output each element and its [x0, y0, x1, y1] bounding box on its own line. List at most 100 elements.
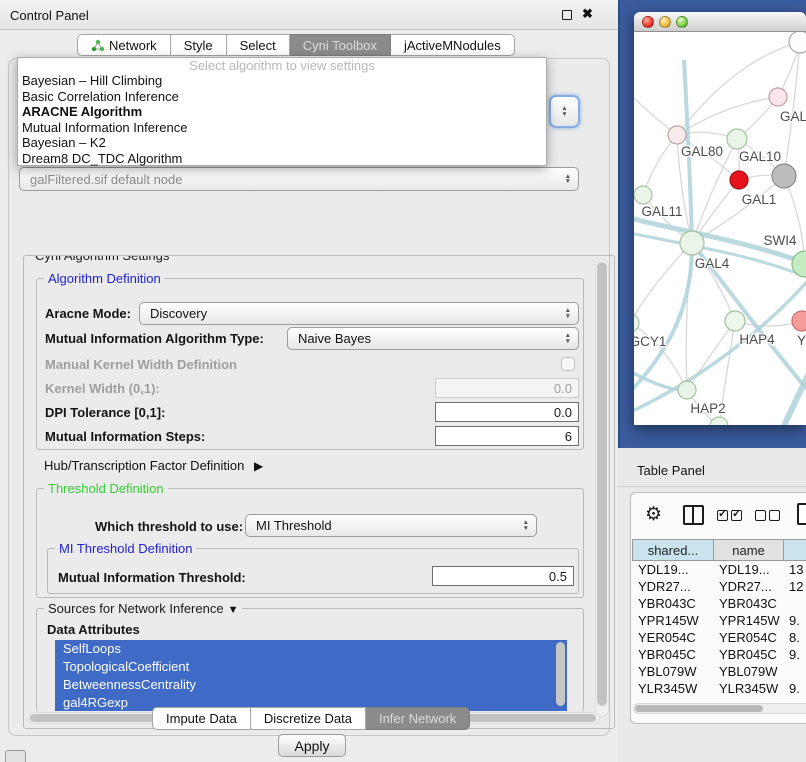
- node-gal-partial[interactable]: [769, 88, 787, 106]
- table-cell[interactable]: 9.: [783, 612, 806, 629]
- table-cell[interactable]: YPR145W: [713, 612, 783, 629]
- attributes-scrollbar-thumb[interactable]: [556, 642, 565, 706]
- close-icon[interactable]: ✖: [582, 6, 593, 22]
- data-table-select[interactable]: galFiltered.sif default node ▲▼: [19, 167, 579, 191]
- table-cell[interactable]: YBL079W: [632, 663, 713, 680]
- tab-discretize-data[interactable]: Discretize Data: [251, 707, 366, 730]
- algorithm-option-bayesian-hill-climbing[interactable]: Bayesian – Hill Climbing: [18, 73, 546, 89]
- table-cell[interactable]: YBL079W: [713, 663, 783, 680]
- table-cell[interactable]: 8.: [783, 629, 806, 646]
- attribute-item-betweennesscentrality[interactable]: BetweennessCentrality: [55, 676, 567, 694]
- table-cell[interactable]: YLR345W: [713, 680, 783, 697]
- algorithm-option-mutual-information-inference[interactable]: Mutual Information Inference: [18, 120, 546, 136]
- deselect-all-checkboxes-icon[interactable]: [755, 509, 783, 524]
- mi-steps-input[interactable]: 6: [435, 426, 579, 446]
- network-edge[interactable]: [643, 135, 677, 195]
- table-cell[interactable]: [783, 595, 806, 612]
- table-cell[interactable]: 9: [783, 697, 806, 701]
- table-cell[interactable]: YER054C: [713, 629, 783, 646]
- node-hap4[interactable]: [725, 311, 745, 331]
- hub-definition-expander[interactable]: Hub/Transcription Factor Definition ▶: [44, 458, 263, 473]
- panel-corner-button[interactable]: [5, 750, 26, 762]
- table-cell[interactable]: 9.: [783, 680, 806, 697]
- zoom-traffic-light-icon[interactable]: [676, 16, 688, 28]
- table-row[interactable]: YBR045CYBR045C9.: [632, 646, 806, 663]
- node-gal1[interactable]: [730, 171, 748, 189]
- node-salmon[interactable]: [792, 311, 806, 331]
- table-cell[interactable]: YBR043C: [713, 595, 783, 612]
- node-gal4[interactable]: [680, 231, 704, 255]
- close-traffic-light-icon[interactable]: [642, 16, 654, 28]
- table-row[interactable]: YBL079WYBL079W: [632, 663, 806, 680]
- tab-style[interactable]: Style: [171, 34, 227, 56]
- settings-vertical-scrollbar-thumb[interactable]: [597, 262, 607, 706]
- tab-jactivemnodules[interactable]: jActiveMNodules: [391, 34, 515, 56]
- column-header-name[interactable]: name: [713, 539, 783, 561]
- select-all-checkboxes-icon[interactable]: [717, 509, 745, 524]
- table-row[interactable]: YER054CYER054C8.: [632, 629, 806, 646]
- table-cell[interactable]: 13: [783, 561, 806, 578]
- sources-title[interactable]: Sources for Network Inference▼: [44, 601, 242, 616]
- attribute-item-selfloops[interactable]: SelfLoops: [55, 640, 567, 658]
- column-header-shared[interactable]: shared...: [632, 539, 713, 561]
- apply-button[interactable]: Apply: [278, 734, 346, 757]
- table-horizontal-scrollbar[interactable]: [633, 703, 806, 714]
- node-bottom-partial[interactable]: [710, 417, 728, 425]
- data-attributes-list[interactable]: SelfLoopsTopologicalCoefficientBetweenne…: [55, 640, 567, 711]
- tab-cyni-toolbox[interactable]: Cyni Toolbox: [290, 34, 391, 56]
- table-cell[interactable]: YIL052C: [632, 697, 713, 701]
- table-row[interactable]: YIL052CYIL052C9: [632, 697, 806, 701]
- table-cell[interactable]: YBR045C: [632, 646, 713, 663]
- mi-algorithm-type-select[interactable]: Naive Bayes ▲▼: [287, 327, 579, 350]
- algorithm-option-aracne-algorithm[interactable]: ARACNE Algorithm: [18, 104, 546, 120]
- node-top-partial[interactable]: [789, 32, 806, 53]
- split-columns-icon[interactable]: [683, 505, 704, 525]
- tab-select[interactable]: Select: [227, 34, 290, 56]
- table-cell[interactable]: YBR045C: [713, 646, 783, 663]
- table-cell[interactable]: 9.: [783, 646, 806, 663]
- algorithm-option-bayesian-k2[interactable]: Bayesian – K2: [18, 135, 546, 151]
- minimize-traffic-light-icon[interactable]: [659, 16, 671, 28]
- node-gal11[interactable]: [634, 186, 652, 204]
- network-window-titlebar[interactable]: [634, 12, 806, 32]
- gear-icon[interactable]: ⚙: [645, 505, 662, 525]
- aracne-mode-select[interactable]: Discovery ▲▼: [139, 302, 579, 325]
- table-row[interactable]: YPR145WYPR145W9.: [632, 612, 806, 629]
- table-cell[interactable]: YDR27...: [632, 578, 713, 595]
- table-cell[interactable]: [783, 663, 806, 680]
- table-cell[interactable]: YDL19...: [713, 561, 783, 578]
- tab-impute-data[interactable]: Impute Data: [152, 707, 251, 730]
- column-header-partial[interactable]: [783, 539, 806, 561]
- algorithm-option-basic-correlation-inference[interactable]: Basic Correlation Inference: [18, 89, 546, 105]
- table-row[interactable]: YDL19...YDL19...13: [632, 561, 806, 578]
- mi-threshold-input[interactable]: 0.5: [432, 566, 574, 586]
- node-gcy1[interactable]: [634, 314, 639, 332]
- table-cell[interactable]: YDR27...: [713, 578, 783, 595]
- settings-vertical-scrollbar[interactable]: [595, 259, 609, 717]
- table-row[interactable]: YBR043CYBR043C: [632, 595, 806, 612]
- node-gal10[interactable]: [727, 129, 747, 149]
- tab-network[interactable]: Network: [77, 34, 171, 56]
- dpi-tolerance-input[interactable]: 0.0: [435, 402, 579, 422]
- table-cell[interactable]: YLR345W: [632, 680, 713, 697]
- table-cell[interactable]: YIL052C: [713, 697, 783, 701]
- table-row[interactable]: YLR345WYLR345W9.: [632, 680, 806, 697]
- node-gray[interactable]: [772, 164, 796, 188]
- which-threshold-select[interactable]: MI Threshold ▲▼: [245, 514, 537, 537]
- network-canvas[interactable]: GALGAL80GAL10GAL1GAL11GAL4SWI4GCY1HAP4YH…: [634, 32, 806, 425]
- table-cell[interactable]: YER054C: [632, 629, 713, 646]
- table-horizontal-scrollbar-thumb[interactable]: [635, 705, 763, 712]
- document-icon[interactable]: [797, 503, 806, 525]
- table-cell[interactable]: YDL19...: [632, 561, 713, 578]
- algorithm-option-dream8-dc-tdc-algorithm[interactable]: Dream8 DC_TDC Algorithm: [18, 151, 546, 167]
- table-cell[interactable]: YPR145W: [632, 612, 713, 629]
- node-gal80[interactable]: [668, 126, 686, 144]
- node-hap2[interactable]: [678, 381, 696, 399]
- table-row[interactable]: YDR27...YDR27...12: [632, 578, 806, 595]
- inference-algorithm-combo-fragment[interactable]: ▲▼: [549, 95, 580, 128]
- attribute-item-topologicalcoefficient[interactable]: TopologicalCoefficient: [55, 658, 567, 676]
- table-cell[interactable]: 12: [783, 578, 806, 595]
- float-window-icon[interactable]: [562, 10, 572, 20]
- table-cell[interactable]: YBR043C: [632, 595, 713, 612]
- tab-infer-network[interactable]: Infer Network: [366, 707, 470, 730]
